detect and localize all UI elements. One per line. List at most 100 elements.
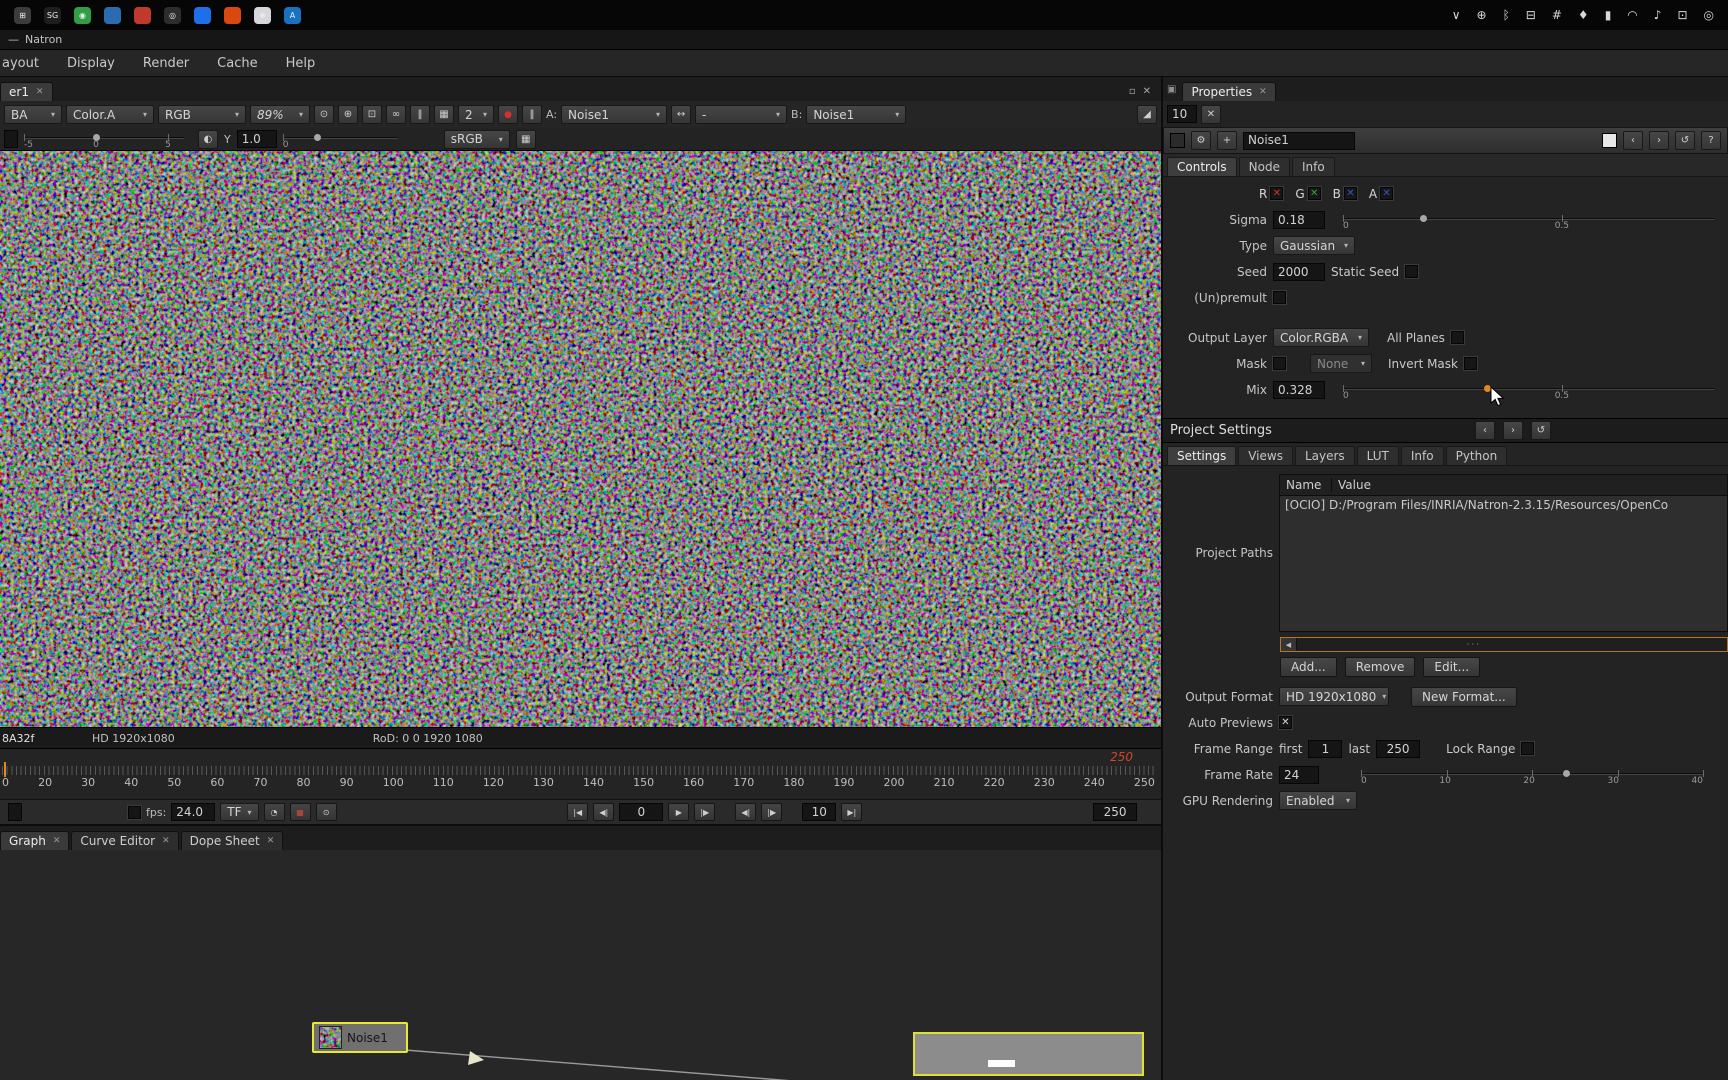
float-pane-icon[interactable]: ▫ xyxy=(1129,86,1136,97)
input-b-dropdown[interactable]: Noise1 ▾ xyxy=(806,105,907,124)
timeline-format-dropdown[interactable]: TF ▾ xyxy=(220,803,259,821)
project-settings-tab[interactable]: Layers xyxy=(1294,446,1355,465)
last-frame-button[interactable]: ▶| xyxy=(841,803,863,821)
scrollbar-grip[interactable]: ··· xyxy=(1466,640,1481,650)
lock-timeline-icon[interactable]: ⊙ xyxy=(315,803,337,821)
globe-icon[interactable]: ⊕ xyxy=(1477,8,1487,22)
properties-tab[interactable]: Properties ✕ xyxy=(1182,82,1276,101)
channel-checkbox[interactable] xyxy=(1269,186,1285,201)
channel-checkbox[interactable] xyxy=(1306,186,1322,201)
unpremult-checkbox[interactable] xyxy=(1272,290,1287,305)
pause-render-button[interactable]: ‖ xyxy=(522,105,542,124)
previous-frame-button[interactable]: ◀| xyxy=(593,803,615,821)
help-button[interactable]: ? xyxy=(1701,131,1721,150)
mask-channel-dropdown[interactable]: None ▾ xyxy=(1310,354,1372,373)
pane-tab[interactable]: Dope Sheet ✕ xyxy=(180,831,284,850)
menu-item[interactable]: Display xyxy=(67,56,115,71)
full-frame-icon[interactable]: ∞ xyxy=(386,105,406,124)
close-tab-icon[interactable]: ✕ xyxy=(53,836,61,846)
close-tab-icon[interactable]: ✕ xyxy=(36,87,44,97)
table-header-name[interactable]: Name xyxy=(1280,478,1332,492)
operator-dropdown[interactable]: - ▾ xyxy=(695,105,788,124)
calculator-icon[interactable] xyxy=(134,6,151,24)
menu-item[interactable]: Help xyxy=(286,56,316,71)
project-paths-table[interactable]: Name Value [OCIO] D:/Program Files/INRIA… xyxy=(1279,474,1728,632)
battery-icon[interactable]: ▮ xyxy=(1605,8,1612,22)
wifi-icon[interactable]: ◠ xyxy=(1627,8,1637,22)
appstore-icon[interactable]: A xyxy=(284,6,301,24)
seed-input[interactable] xyxy=(1273,262,1325,281)
node-name-field[interactable]: Noise1 xyxy=(1243,131,1355,150)
wipe-icon[interactable]: ↔ xyxy=(671,105,692,124)
next-keyframe-button[interactable]: |▶ xyxy=(761,803,783,821)
pane-tab[interactable]: Graph ✕ xyxy=(0,831,70,850)
volume-icon[interactable]: ♪ xyxy=(1654,8,1662,22)
new-format-button[interactable]: New Format... xyxy=(1411,686,1517,707)
display-icon[interactable]: ⊟ xyxy=(1526,8,1536,22)
frame-increment-input[interactable] xyxy=(802,803,837,821)
gpu-rendering-dropdown[interactable]: Enabled ▾ xyxy=(1279,791,1357,810)
node-tab[interactable]: Node xyxy=(1238,157,1290,176)
add-path-button[interactable]: Add... xyxy=(1280,657,1337,677)
auto-previews-checkbox[interactable] xyxy=(1278,715,1293,730)
render-record-button[interactable]: ● xyxy=(498,105,518,124)
current-frame-input[interactable] xyxy=(619,803,664,821)
menu-item[interactable]: ayout xyxy=(2,56,39,71)
alpha-channel-dropdown[interactable]: Color.A ▾ xyxy=(66,105,154,124)
zoom-lock-icon[interactable]: ⊙ xyxy=(314,105,334,124)
close-tab-icon[interactable]: ✕ xyxy=(1259,87,1267,97)
gain-slider[interactable]: -5 0 5 xyxy=(24,129,184,150)
noise-node[interactable]: Noise1 xyxy=(312,1022,408,1053)
pause-updates-icon[interactable]: ‖ xyxy=(410,105,430,124)
window-grid-icon[interactable]: ⊞ xyxy=(14,6,31,24)
cache-film-icon[interactable]: ▦ xyxy=(289,803,311,821)
next-frame-button[interactable]: |▶ xyxy=(694,803,716,821)
camera-app-icon[interactable]: ◎ xyxy=(164,6,181,24)
project-settings-tab[interactable]: Views xyxy=(1238,446,1293,465)
channel-checkbox[interactable] xyxy=(1379,186,1395,201)
overlay-color-swatch[interactable] xyxy=(1602,133,1617,148)
project-settings-tab[interactable]: LUT xyxy=(1356,446,1399,465)
siri-icon[interactable]: ◎ xyxy=(1704,8,1714,22)
timeline-ruler[interactable] xyxy=(2,766,1157,775)
lock-range-checkbox[interactable] xyxy=(1520,741,1536,756)
undo-button[interactable]: ‹ xyxy=(1623,131,1643,150)
previous-keyframe-button[interactable]: ◀| xyxy=(735,803,757,821)
control-center-icon[interactable]: ⊡ xyxy=(1677,8,1687,22)
clock-icon[interactable]: ◔ xyxy=(263,803,285,821)
gamma-slider[interactable]: 0 xyxy=(282,129,398,150)
bluetooth-icon[interactable]: ᛒ xyxy=(1503,8,1510,22)
out-point-input[interactable] xyxy=(1093,803,1138,821)
node-tab[interactable]: Controls xyxy=(1167,157,1237,176)
redo-button[interactable]: › xyxy=(1649,131,1669,150)
refresh-viewer-icon[interactable]: ⊕ xyxy=(338,105,358,124)
frame-rate-input[interactable] xyxy=(1279,765,1319,784)
mic-icon[interactable]: ♦ xyxy=(1578,8,1589,22)
type-dropdown[interactable]: Gaussian ▾ xyxy=(1273,236,1355,255)
keyboard-icon[interactable]: # xyxy=(1552,8,1562,22)
gamma-input[interactable] xyxy=(236,130,277,148)
mix-slider[interactable]: 0 0.5 xyxy=(1343,380,1714,401)
sigma-slider[interactable]: 0 0.5 xyxy=(1343,210,1714,231)
layer-dropdown[interactable]: BA ▾ xyxy=(4,105,62,124)
mix-input[interactable] xyxy=(1273,380,1325,399)
node-script-icon[interactable]: + xyxy=(1217,131,1237,150)
mask-checkbox[interactable] xyxy=(1272,356,1287,371)
remove-path-button[interactable]: Remove xyxy=(1344,657,1416,677)
gamma-toggle-icon[interactable]: ◐ xyxy=(198,129,218,149)
scroll-left-icon[interactable]: ◀ xyxy=(1281,638,1297,651)
panel-restore-button[interactable]: ↺ xyxy=(1531,421,1551,440)
table-horizontal-scrollbar[interactable]: ◀ ··· xyxy=(1280,637,1728,652)
node-color-swatch[interactable] xyxy=(1170,133,1185,148)
gain-spinbox[interactable] xyxy=(4,130,18,148)
photos-icon[interactable]: ❀ xyxy=(254,6,271,24)
sigma-input[interactable] xyxy=(1273,210,1325,229)
project-settings-tab[interactable]: Info xyxy=(1400,446,1444,465)
project-settings-tab[interactable]: Python xyxy=(1445,446,1508,465)
viewer-tab[interactable]: er1 ✕ xyxy=(0,82,53,101)
menu-item[interactable]: Render xyxy=(143,56,189,71)
viewer-image[interactable] xyxy=(0,151,1161,727)
table-header-value[interactable]: Value xyxy=(1332,478,1371,492)
frame-range-first-input[interactable] xyxy=(1308,739,1343,758)
in-point-input[interactable] xyxy=(8,803,22,821)
